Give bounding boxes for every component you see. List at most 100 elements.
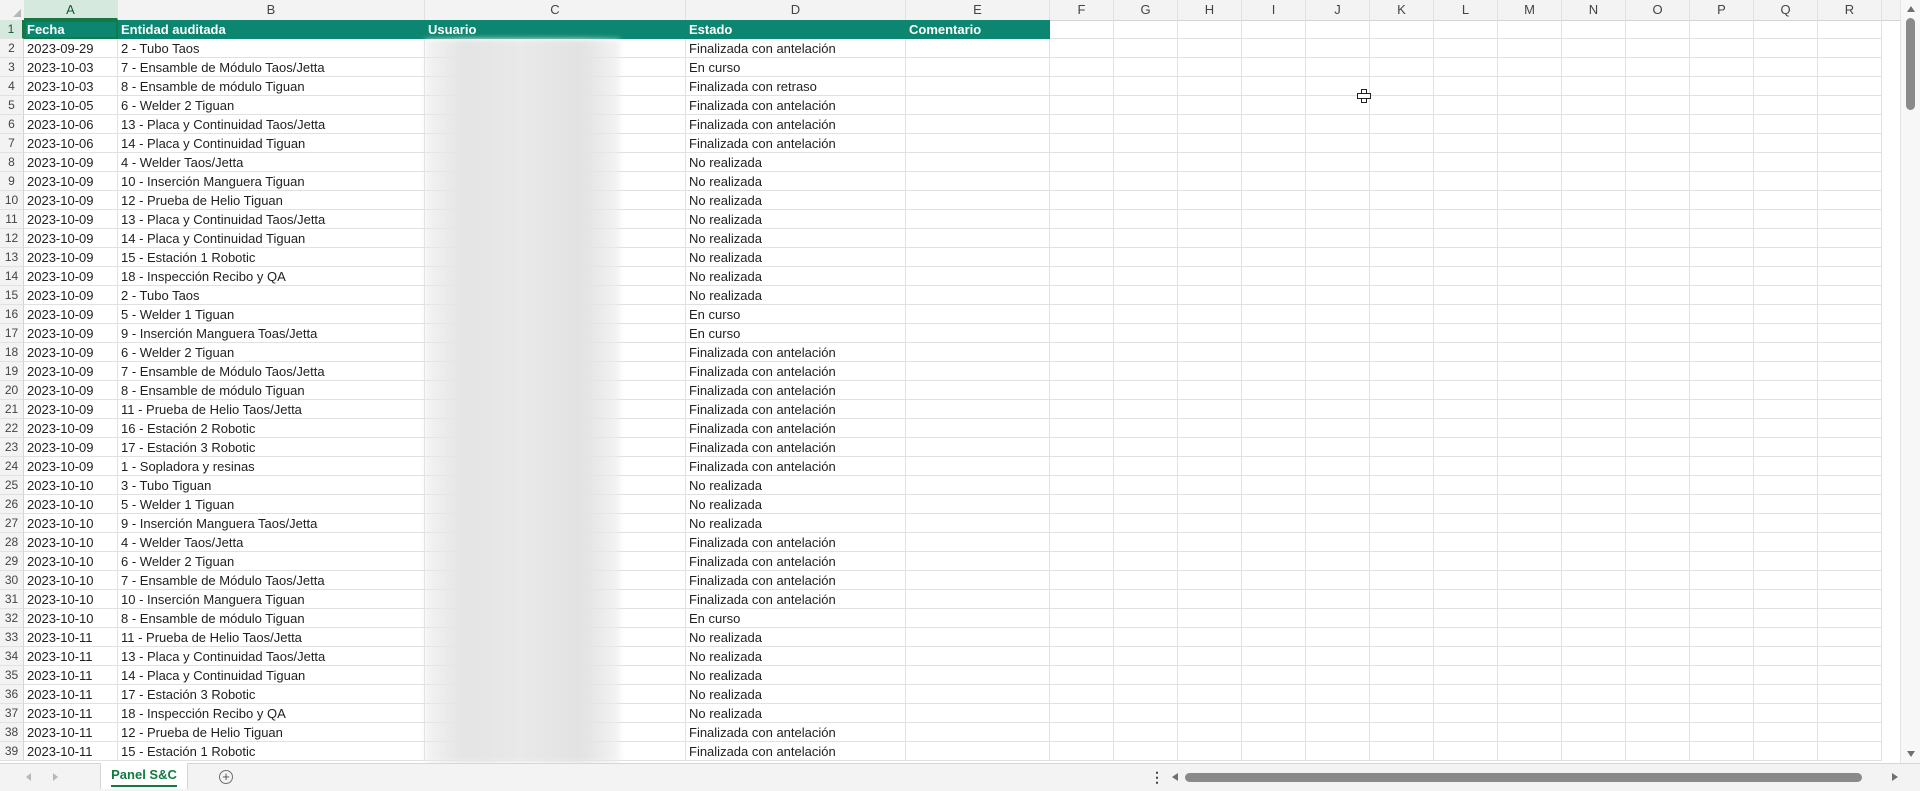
- grid-cell[interactable]: 15 - Estación 1 Robotic: [118, 742, 425, 761]
- grid-cell[interactable]: [1306, 419, 1370, 438]
- grid-cell[interactable]: [1370, 172, 1434, 191]
- row-number[interactable]: 18: [0, 343, 24, 362]
- grid-cell[interactable]: Finalizada con antelación: [686, 343, 906, 362]
- grid-cell[interactable]: [1818, 400, 1882, 419]
- grid-cell[interactable]: [1306, 685, 1370, 704]
- grid-cell[interactable]: [1498, 647, 1562, 666]
- grid-cell[interactable]: 2023-10-10: [24, 514, 118, 533]
- grid-cell[interactable]: 2023-10-09: [24, 400, 118, 419]
- grid-cell[interactable]: [1242, 590, 1306, 609]
- grid-cell[interactable]: [1434, 96, 1498, 115]
- row-number[interactable]: 7: [0, 134, 24, 153]
- grid-cell[interactable]: [1690, 552, 1754, 571]
- grid-cell[interactable]: [1114, 647, 1178, 666]
- grid-cell[interactable]: [1690, 324, 1754, 343]
- grid-cell[interactable]: [1242, 533, 1306, 552]
- grid-cell[interactable]: [1178, 134, 1242, 153]
- grid-cell[interactable]: [1306, 191, 1370, 210]
- more-options-icon[interactable]: ⋮: [1150, 768, 1164, 786]
- grid-cell[interactable]: [1818, 39, 1882, 58]
- grid-cell[interactable]: [1306, 381, 1370, 400]
- row-number[interactable]: 9: [0, 172, 24, 191]
- grid-cell[interactable]: [1754, 96, 1818, 115]
- grid-cell[interactable]: 2023-10-09: [24, 362, 118, 381]
- grid-cell[interactable]: [1050, 666, 1114, 685]
- grid-cell[interactable]: 8 - Ensamble de módulo Tiguan: [118, 381, 425, 400]
- grid-cell[interactable]: [1114, 381, 1178, 400]
- grid-cell[interactable]: En curso: [686, 305, 906, 324]
- grid-cell[interactable]: [1050, 438, 1114, 457]
- grid-cell[interactable]: [1050, 20, 1114, 39]
- grid-cell[interactable]: [1434, 324, 1498, 343]
- grid-cell[interactable]: [1306, 666, 1370, 685]
- grid-cell[interactable]: [1690, 96, 1754, 115]
- column-header-i[interactable]: I: [1242, 0, 1306, 20]
- grid-cell[interactable]: [1114, 704, 1178, 723]
- grid-cell[interactable]: [906, 438, 1050, 457]
- grid-cell[interactable]: [1754, 533, 1818, 552]
- grid-cell[interactable]: Finalizada con antelación: [686, 457, 906, 476]
- grid-cell[interactable]: [1242, 419, 1306, 438]
- grid-cell[interactable]: 4 - Welder Taos/Jetta: [118, 533, 425, 552]
- grid-cell[interactable]: [1562, 362, 1626, 381]
- select-all-corner[interactable]: [0, 0, 25, 20]
- grid-cell[interactable]: [1754, 590, 1818, 609]
- grid-cell[interactable]: [1562, 20, 1626, 39]
- grid-cell[interactable]: [1498, 400, 1562, 419]
- grid-cell[interactable]: [1562, 172, 1626, 191]
- grid-cell[interactable]: [1114, 495, 1178, 514]
- grid-cell[interactable]: [1306, 153, 1370, 172]
- grid-cell[interactable]: [1434, 210, 1498, 229]
- grid-cell[interactable]: [1818, 742, 1882, 761]
- grid-cell[interactable]: [1690, 457, 1754, 476]
- grid-cell[interactable]: [1690, 115, 1754, 134]
- row-number[interactable]: 27: [0, 514, 24, 533]
- grid-cell[interactable]: [1818, 685, 1882, 704]
- grid-cell[interactable]: [906, 457, 1050, 476]
- grid-cell[interactable]: [1818, 362, 1882, 381]
- vertical-scroll-thumb[interactable]: [1906, 18, 1915, 110]
- grid-cell[interactable]: No realizada: [686, 495, 906, 514]
- grid-cell[interactable]: [1818, 58, 1882, 77]
- grid-cell[interactable]: En curso: [686, 609, 906, 628]
- grid-cell[interactable]: [1498, 552, 1562, 571]
- grid-cell[interactable]: [906, 514, 1050, 533]
- grid-cell[interactable]: [1114, 533, 1178, 552]
- grid-cell[interactable]: [1434, 305, 1498, 324]
- grid-cell[interactable]: Finalizada con antelación: [686, 400, 906, 419]
- row-number[interactable]: 4: [0, 77, 24, 96]
- grid-cell[interactable]: 5 - Welder 1 Tiguan: [118, 495, 425, 514]
- grid-cell[interactable]: [1370, 343, 1434, 362]
- grid-cell[interactable]: [1178, 210, 1242, 229]
- grid-cell[interactable]: [1498, 229, 1562, 248]
- grid-cell[interactable]: [1370, 115, 1434, 134]
- grid-cell[interactable]: [1306, 267, 1370, 286]
- grid-cell[interactable]: [1626, 191, 1690, 210]
- grid-cell[interactable]: No realizada: [686, 628, 906, 647]
- grid-cell[interactable]: [1050, 343, 1114, 362]
- grid-cell[interactable]: [1178, 286, 1242, 305]
- grid-cell[interactable]: [906, 324, 1050, 343]
- grid-cell[interactable]: Finalizada con retraso: [686, 77, 906, 96]
- grid-cell[interactable]: [1242, 172, 1306, 191]
- grid-cell[interactable]: Finalizada con antelación: [686, 742, 906, 761]
- grid-cell[interactable]: [1114, 362, 1178, 381]
- column-header-f[interactable]: F: [1050, 0, 1114, 20]
- column-header-q[interactable]: Q: [1754, 0, 1818, 20]
- grid-cell[interactable]: [1626, 647, 1690, 666]
- grid-cell[interactable]: [1178, 514, 1242, 533]
- grid-cell[interactable]: [1242, 362, 1306, 381]
- grid-cell[interactable]: [1242, 58, 1306, 77]
- grid-cell[interactable]: [1370, 647, 1434, 666]
- grid-cell[interactable]: En curso: [686, 58, 906, 77]
- grid-cell[interactable]: [1562, 39, 1626, 58]
- grid-cell[interactable]: [1754, 153, 1818, 172]
- grid-cell[interactable]: [1178, 742, 1242, 761]
- grid-cell[interactable]: [1498, 305, 1562, 324]
- grid-cell[interactable]: [1690, 343, 1754, 362]
- grid-cell[interactable]: 2023-10-03: [24, 77, 118, 96]
- grid-cell[interactable]: [906, 191, 1050, 210]
- grid-cell[interactable]: 2023-10-09: [24, 419, 118, 438]
- row-number[interactable]: 32: [0, 609, 24, 628]
- grid-cell[interactable]: [1242, 552, 1306, 571]
